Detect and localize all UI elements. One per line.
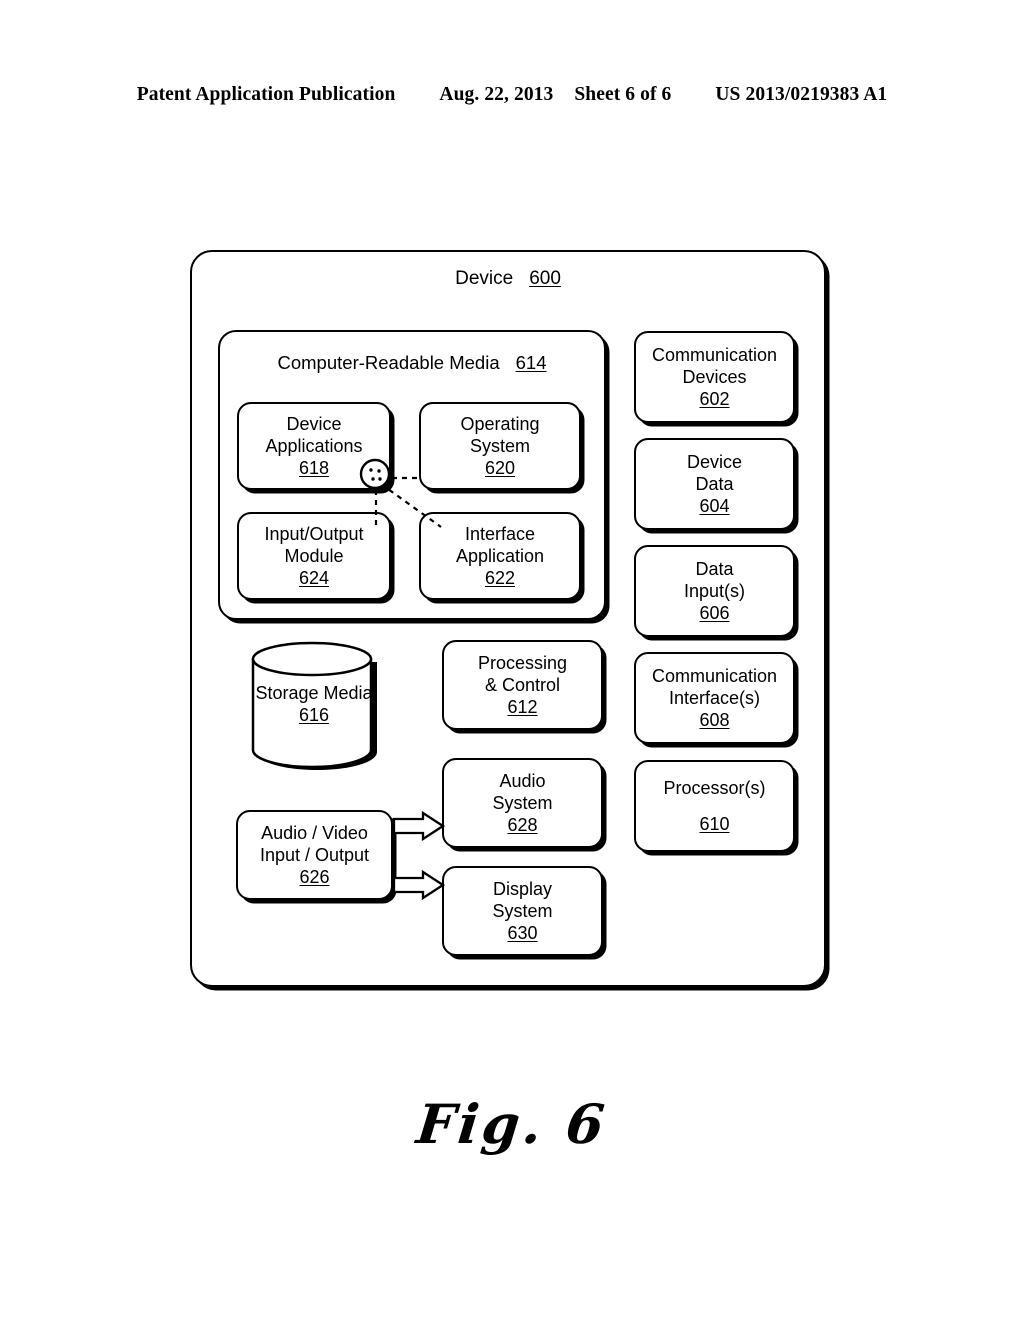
computer-readable-media-label: Computer-Readable Media [277, 352, 500, 373]
block-ref: 628 [507, 815, 538, 836]
device-ref: 600 [529, 268, 561, 289]
block-line: Processing [477, 652, 568, 673]
block-line: Application [455, 545, 545, 566]
block-data-inputs: Data Input(s) 606 [634, 545, 795, 637]
storage-media-label: Storage Media 616 [250, 682, 378, 727]
block-line: Audio / Video [261, 822, 368, 843]
block-device-data: Device Data 604 [634, 438, 795, 530]
block-line: Processor(s) [663, 778, 766, 798]
block-ref: 610 [699, 814, 730, 834]
block-interface-application: Interface Application 622 [419, 512, 581, 600]
block-line: Communication [651, 665, 778, 686]
block-line: Device [286, 413, 342, 434]
block-line: Communication [651, 344, 778, 365]
block-line: Interface [464, 523, 536, 544]
block-audio-video-input-output: Audio / Video Input / Output 626 [236, 810, 393, 900]
block-line: Device [686, 451, 743, 472]
block-line: Input(s) [683, 580, 746, 601]
block-ref: 608 [699, 710, 730, 731]
block-line: Media [323, 683, 373, 703]
block-line: System [469, 435, 530, 456]
block-line: Storage [255, 683, 319, 703]
block-ref: 626 [299, 867, 330, 888]
block-ref: 622 [484, 568, 516, 589]
block-communication-devices: Communication Devices 602 [634, 331, 795, 423]
block-line: Interface(s) [668, 687, 761, 708]
block-line: Data [695, 558, 734, 579]
device-title: Device 600 [190, 268, 826, 290]
block-line: Applications [265, 435, 363, 456]
block-line: Display [492, 878, 553, 899]
block-line: Audio [499, 770, 546, 791]
block-ref: 630 [507, 923, 538, 944]
block-ref: 602 [699, 389, 730, 410]
computer-readable-media-title: Computer-Readable Media 614 [218, 352, 606, 374]
block-ref: 606 [699, 603, 730, 624]
block-processing-and-control: Processing & Control 612 [442, 640, 603, 730]
block-line: Input/Output [264, 523, 364, 544]
block-input-output-module: Input/Output Module 624 [237, 512, 391, 600]
figure-caption: Fig. 6 [413, 1092, 611, 1156]
device-label: Device [455, 268, 514, 289]
block-ref: 618 [298, 458, 330, 479]
block-line: Operating [460, 413, 540, 434]
computer-readable-media-ref: 614 [515, 352, 547, 373]
block-communication-interfaces: Communication Interface(s) 608 [634, 652, 795, 744]
block-operating-system: Operating System 620 [419, 402, 581, 490]
block-audio-system: Audio System 628 [442, 758, 603, 848]
block-line: System [492, 792, 553, 813]
block-ref: 604 [699, 496, 730, 517]
block-ref: 612 [507, 697, 538, 718]
block-ref: 620 [484, 458, 516, 479]
block-line: Module [284, 545, 344, 566]
block-line: Devices [682, 366, 747, 387]
block-processors: Processor(s) 610 [634, 760, 795, 852]
block-line: Input / Output [259, 844, 370, 865]
block-line: Data [695, 473, 734, 494]
block-line: & Control [484, 674, 561, 695]
block-device-applications: Device Applications 618 [237, 402, 391, 490]
block-ref: 624 [298, 568, 330, 589]
block-display-system: Display System 630 [442, 866, 603, 956]
block-line: System [492, 900, 553, 921]
block-ref: 616 [298, 705, 330, 726]
